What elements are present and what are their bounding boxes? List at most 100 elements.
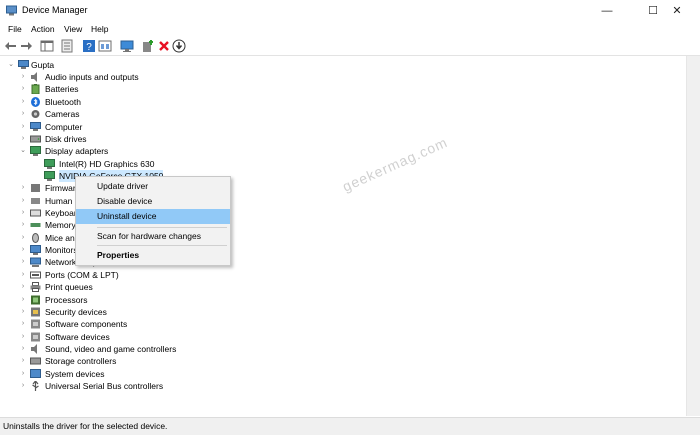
category-label: Storage controllers (45, 356, 117, 366)
menu-item-label: Disable device (97, 196, 153, 206)
firmware-icon (31, 184, 40, 192)
menu-scan-hardware[interactable]: Scan for hardware changes (76, 229, 230, 244)
collapse-chevron-icon[interactable]: ⌄ (6, 59, 16, 71)
collapse-chevron-icon[interactable]: ⌄ (18, 145, 28, 157)
show-hide-console-tree-icon[interactable] (40, 39, 54, 53)
menu-item-label: Properties (97, 250, 140, 260)
expand-chevron-icon[interactable]: › (18, 368, 28, 380)
category-label: Human (45, 196, 73, 206)
menu-separator (97, 227, 227, 228)
printer-icon (30, 282, 41, 292)
expand-chevron-icon[interactable]: › (18, 318, 28, 330)
help-icon[interactable]: ? (82, 39, 96, 53)
forward-arrow-icon[interactable] (19, 39, 33, 53)
storage-controller-icon (30, 357, 41, 365)
expand-chevron-icon[interactable]: › (18, 121, 28, 133)
context-menu: Update driver Disable device Uninstall d… (75, 176, 231, 266)
category-label: Disk drives (45, 134, 87, 144)
expand-chevron-icon[interactable]: › (18, 207, 28, 219)
expand-chevron-icon[interactable]: › (18, 380, 28, 392)
category-label: Cameras (45, 109, 80, 119)
keyboard-icon (30, 209, 41, 217)
category-label: Display adapters (45, 146, 109, 156)
expand-chevron-icon[interactable]: › (18, 355, 28, 367)
expand-chevron-icon[interactable]: › (18, 108, 28, 120)
expand-chevron-icon[interactable]: › (18, 331, 28, 343)
category-label: Sound, video and game controllers (45, 344, 177, 354)
minimize-button[interactable]: — (584, 0, 630, 22)
memory-icon (30, 223, 41, 227)
close-button[interactable]: ✕ (654, 0, 700, 22)
expand-chevron-icon[interactable]: › (18, 133, 28, 145)
computer-name-label: Gupta (31, 60, 55, 70)
expand-chevron-icon[interactable]: › (18, 232, 28, 244)
menu-update-driver[interactable]: Update driver (76, 179, 230, 194)
computer-icon (30, 122, 41, 131)
human-interface-icon (31, 198, 40, 204)
menu-item-label: Update driver (97, 181, 149, 191)
display-adapter-icon (30, 146, 41, 156)
menu-view[interactable]: View (64, 24, 82, 34)
expand-chevron-icon[interactable]: › (18, 294, 28, 306)
menu-help[interactable]: Help (91, 24, 108, 34)
category-label: Ports (COM & LPT) (45, 270, 119, 280)
category-label: Batteries (45, 84, 79, 94)
expand-chevron-icon[interactable]: › (18, 343, 28, 355)
toolbar: ? (0, 37, 700, 56)
expand-chevron-icon[interactable]: › (18, 83, 28, 95)
software-component-icon (31, 319, 40, 329)
expand-chevron-icon[interactable]: › (18, 96, 28, 108)
vertical-scrollbar[interactable] (686, 56, 700, 416)
menu-action[interactable]: Action (31, 24, 55, 34)
display-adapter-icon (44, 171, 55, 181)
battery-icon (31, 84, 40, 94)
category-label: System devices (45, 369, 105, 379)
sound-icon (31, 344, 37, 354)
expand-chevron-icon[interactable]: › (18, 269, 28, 281)
menu-properties[interactable]: Properties (76, 248, 230, 263)
category-label: Print queues (45, 282, 93, 292)
category-label: Security devices (45, 307, 107, 317)
menu-item-label: Uninstall device (97, 211, 157, 221)
expand-chevron-icon[interactable]: › (18, 219, 28, 231)
category-label: Software devices (45, 332, 110, 342)
expand-chevron-icon[interactable]: › (18, 182, 28, 194)
software-device-icon (31, 332, 40, 342)
menu-file[interactable]: File (8, 24, 22, 34)
speaker-icon (31, 72, 37, 82)
display-adapter-icon (44, 159, 55, 169)
title-bar: Device Manager — ☐ ✕ (0, 0, 700, 22)
category-label: Bluetooth (45, 97, 81, 107)
update-driver-icon[interactable] (141, 39, 155, 53)
view-details-icon[interactable] (98, 39, 112, 53)
category-label: Computer (45, 122, 83, 132)
menu-item-label: Scan for hardware changes (97, 231, 201, 241)
mouse-icon (32, 233, 39, 243)
computer-icon (18, 60, 29, 69)
network-icon (30, 257, 41, 267)
category-label: Processors (45, 295, 88, 305)
security-device-icon (31, 307, 40, 317)
properties-sheet-icon[interactable] (60, 39, 74, 53)
expand-chevron-icon[interactable]: › (18, 256, 28, 268)
monitor-icon (30, 245, 41, 255)
category-label: Software components (45, 319, 128, 329)
expand-chevron-icon[interactable]: › (18, 281, 28, 293)
category-label: Audio inputs and outputs (45, 72, 139, 82)
uninstall-x-icon[interactable] (157, 39, 171, 53)
menu-uninstall-device[interactable]: Uninstall device (76, 209, 230, 224)
menu-disable-device[interactable]: Disable device (76, 194, 230, 209)
menu-separator (97, 245, 227, 246)
expand-chevron-icon[interactable]: › (18, 306, 28, 318)
category-label: Universal Serial Bus controllers (45, 381, 164, 391)
svg-text:?: ? (86, 42, 92, 53)
back-arrow-icon[interactable] (4, 39, 18, 53)
monitor-icon[interactable] (120, 39, 134, 53)
status-bar: Uninstalls the driver for the selected d… (0, 417, 700, 435)
processor-icon (31, 295, 40, 305)
expand-chevron-icon[interactable]: › (18, 195, 28, 207)
expand-chevron-icon[interactable]: › (18, 244, 28, 256)
expand-chevron-icon[interactable]: › (18, 71, 28, 83)
download-circle-icon[interactable] (172, 39, 186, 53)
camera-icon (31, 110, 40, 118)
